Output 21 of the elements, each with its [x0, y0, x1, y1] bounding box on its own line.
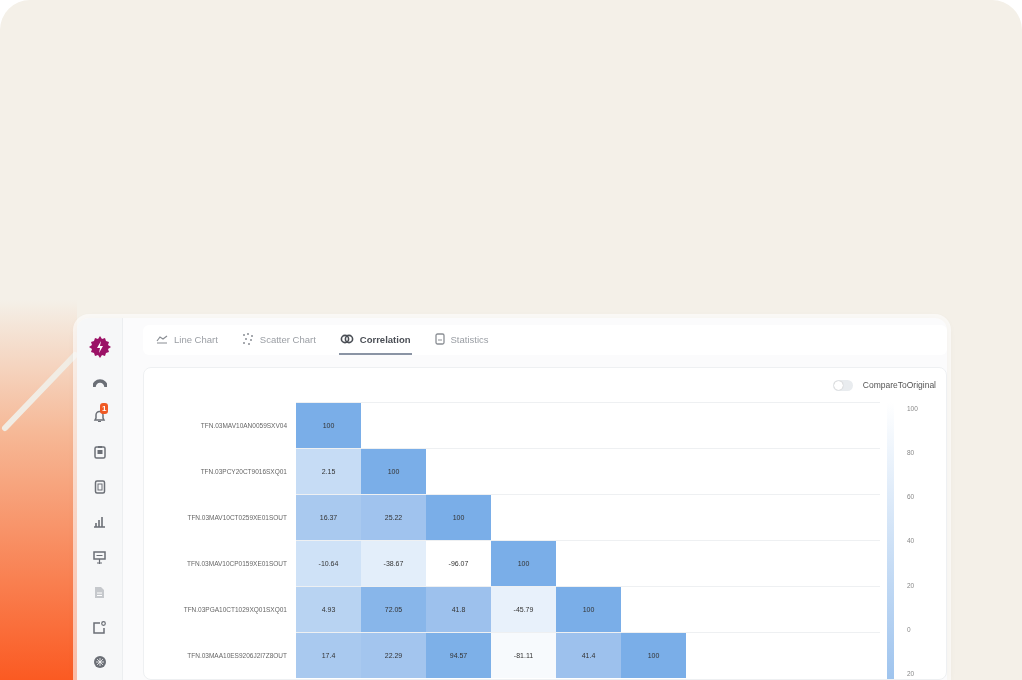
gauge-icon [92, 376, 107, 387]
tab[interactable]: Statistics [433, 325, 490, 355]
bar-chart-icon [93, 516, 106, 528]
presentation-icon [93, 550, 106, 564]
line-chart-icon [156, 334, 168, 344]
document-icon [94, 585, 105, 599]
chip-icon [93, 479, 106, 494]
notification-badge: 1 [100, 402, 109, 414]
square-dot-icon [93, 620, 106, 634]
clipboard-icon [93, 444, 106, 459]
toggle-switch[interactable] [832, 379, 853, 391]
tab[interactable]: Scatter Chart [240, 325, 317, 355]
tab[interactable]: Correlation [338, 325, 412, 355]
scatter-icon [241, 333, 254, 345]
notifications-button[interactable]: 1 [93, 399, 106, 435]
bell-icon [93, 408, 106, 422]
toggle-label: CompareToOriginal [862, 380, 936, 390]
tablet-icon [434, 333, 445, 345]
gear-logo-icon [87, 334, 112, 359]
tab[interactable]: Line Chart [155, 325, 219, 355]
rings-icon [339, 334, 354, 344]
